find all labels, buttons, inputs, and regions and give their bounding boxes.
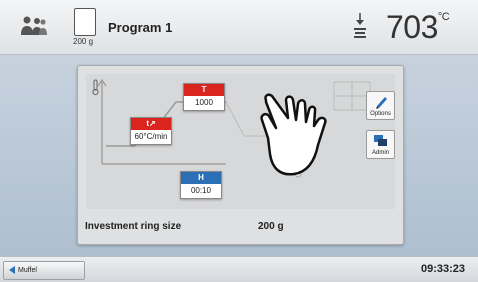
ring-icon[interactable] [74,8,96,36]
investment-ring-label: Investment ring size [85,221,182,232]
back-arrow-icon [9,266,15,274]
firing-curve-graph[interactable]: T 1000 t↗ 60°C/min H 00:10 Options Admin [86,74,395,209]
admin-icon [374,135,387,146]
heat-rate-value: 60°C/min [134,132,168,141]
holding-temperature-header: T [184,84,224,96]
holding-time-value: 00:10 [190,186,212,195]
admin-label: Admin [371,150,389,156]
temperature-value: 703 [386,9,438,45]
program-name[interactable]: Program 1 [108,20,172,35]
admin-button[interactable]: Admin [366,130,395,159]
program-panel: T 1000 t↗ 60°C/min H 00:10 Options Admin… [77,65,404,245]
options-label: Options [370,111,391,117]
clock: 09:33:23 [421,263,466,275]
muffle-button[interactable]: Muffel [3,261,85,280]
investment-ring-value: 200 g [258,221,284,232]
heat-rate-box[interactable]: t↗ 60°C/min [130,117,172,145]
holding-time-header: H [181,172,221,184]
investment-ring-row[interactable]: Investment ring size 200 g [78,212,403,242]
options-button[interactable]: Options [366,91,395,120]
main-area: T 1000 t↗ 60°C/min H 00:10 Options Admin… [0,55,478,256]
hand-pointer-icon [260,93,327,176]
holding-temperature-value: 1000 [195,98,213,107]
muffle-label: Muffel [18,267,37,274]
temperature-unit: °C [437,11,450,23]
top-bar: 200 g Program 1 703°C [0,0,478,55]
users-icon[interactable] [20,16,48,36]
pencil-icon [376,97,387,109]
thermometer-icon [92,79,99,96]
furnace-temperature: 703°C [386,9,450,46]
holding-temperature-box[interactable]: T 1000 [183,83,225,111]
status-bar: Muffel 09:33:23 [0,256,478,282]
lower-lift-icon[interactable] [353,12,367,40]
holding-time-box[interactable]: H 00:10 [180,171,222,199]
heat-rate-header: t↗ [131,118,171,130]
ring-size-label: 200 g [73,37,94,46]
